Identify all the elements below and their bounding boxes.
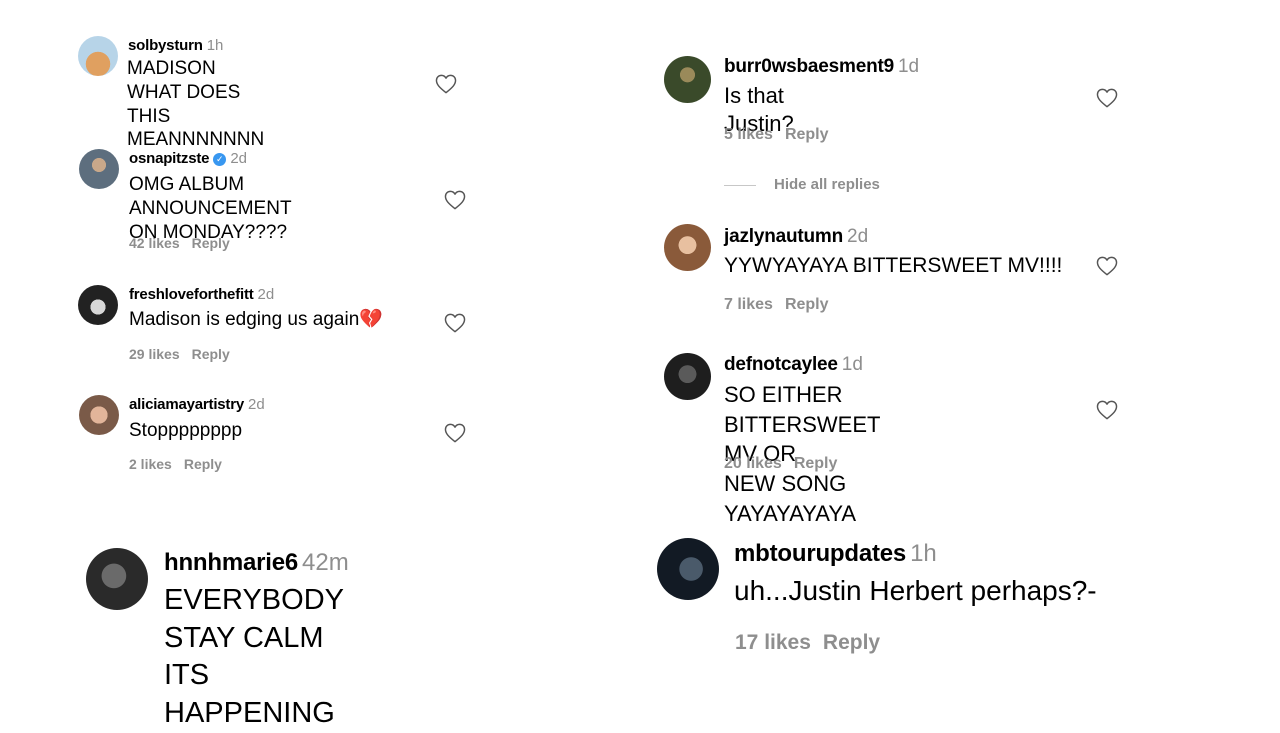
timestamp: 1d	[841, 354, 863, 375]
broken-heart-emoji: 💔	[359, 309, 383, 330]
reply-button[interactable]: Reply	[794, 455, 838, 472]
reply-button[interactable]: Reply	[785, 296, 829, 313]
avatar[interactable]	[78, 285, 118, 325]
comment-text: MADISON WHAT DOES THIS MEANNNNNNN	[127, 58, 265, 151]
username[interactable]: freshloveforthefitt	[129, 286, 254, 303]
comment-text: EVERYBODY STAY CALM ITS HAPPENING	[164, 584, 344, 730]
hide-all-replies-button[interactable]: Hide all replies	[724, 176, 880, 193]
avatar[interactable]	[664, 224, 711, 271]
comment-text: YYWYAYAYA BITTERSWEET MV!!!!	[724, 254, 1063, 277]
hide-replies-label: Hide all replies	[774, 176, 880, 193]
avatar[interactable]	[79, 395, 119, 435]
timestamp: 1d	[897, 56, 920, 77]
comment-text: uh...Justin Herbert perhaps?-	[734, 575, 1097, 606]
divider	[724, 184, 756, 186]
avatar[interactable]	[664, 56, 711, 103]
reply-button[interactable]: Reply	[192, 235, 230, 251]
username[interactable]: osnapitzste	[129, 150, 210, 167]
username[interactable]: aliciamayartistry	[129, 396, 244, 413]
avatar[interactable]	[657, 538, 719, 600]
comment-text: OMG ALBUM ANNOUNCEMENT ON MONDAY????	[129, 174, 292, 243]
username[interactable]: solbysturn	[128, 37, 203, 54]
like-heart-icon[interactable]	[444, 190, 466, 210]
timestamp: 2d	[248, 396, 265, 413]
like-heart-icon[interactable]	[444, 423, 466, 443]
avatar[interactable]	[78, 36, 118, 76]
timestamp: 42m	[302, 549, 349, 576]
username[interactable]: hnnhmarie6	[164, 549, 298, 576]
like-heart-icon[interactable]	[1096, 88, 1118, 108]
avatar[interactable]	[79, 149, 119, 189]
reply-button[interactable]: Reply	[184, 456, 222, 472]
like-heart-icon[interactable]	[444, 313, 466, 333]
like-count[interactable]: 17 likes	[735, 631, 811, 654]
verified-badge-icon: ✓	[213, 153, 227, 166]
like-count[interactable]: 7 likes	[724, 296, 773, 313]
comment-text-row: Madison is edging us again💔	[129, 308, 383, 332]
avatar[interactable]	[664, 353, 711, 400]
like-heart-icon[interactable]	[1096, 256, 1118, 276]
like-count[interactable]: 42 likes	[129, 235, 180, 251]
reply-button[interactable]: Reply	[785, 126, 829, 143]
timestamp: 1h	[206, 37, 224, 54]
like-count[interactable]: 5 likes	[724, 126, 773, 143]
reply-button[interactable]: Reply	[823, 631, 880, 654]
avatar[interactable]	[86, 548, 148, 610]
comment-text: Stopppppppp	[129, 420, 243, 441]
timestamp: 1h	[910, 540, 937, 567]
reply-button[interactable]: Reply	[192, 346, 230, 362]
like-count[interactable]: 29 likes	[129, 346, 180, 362]
username[interactable]: jazlynautumn	[724, 226, 843, 247]
username[interactable]: mbtourupdates	[734, 540, 906, 567]
like-heart-icon[interactable]	[435, 74, 457, 94]
like-count[interactable]: 20 likes	[724, 455, 782, 472]
timestamp: 2d	[847, 226, 869, 247]
comment-text: Madison is edging us again	[129, 309, 360, 330]
timestamp: 2d	[257, 286, 275, 303]
username[interactable]: burr0wsbaesment9	[724, 56, 894, 77]
timestamp: 2d	[230, 150, 248, 167]
username[interactable]: defnotcaylee	[724, 354, 838, 375]
like-count[interactable]: 2 likes	[129, 456, 172, 472]
like-heart-icon[interactable]	[1096, 400, 1118, 420]
